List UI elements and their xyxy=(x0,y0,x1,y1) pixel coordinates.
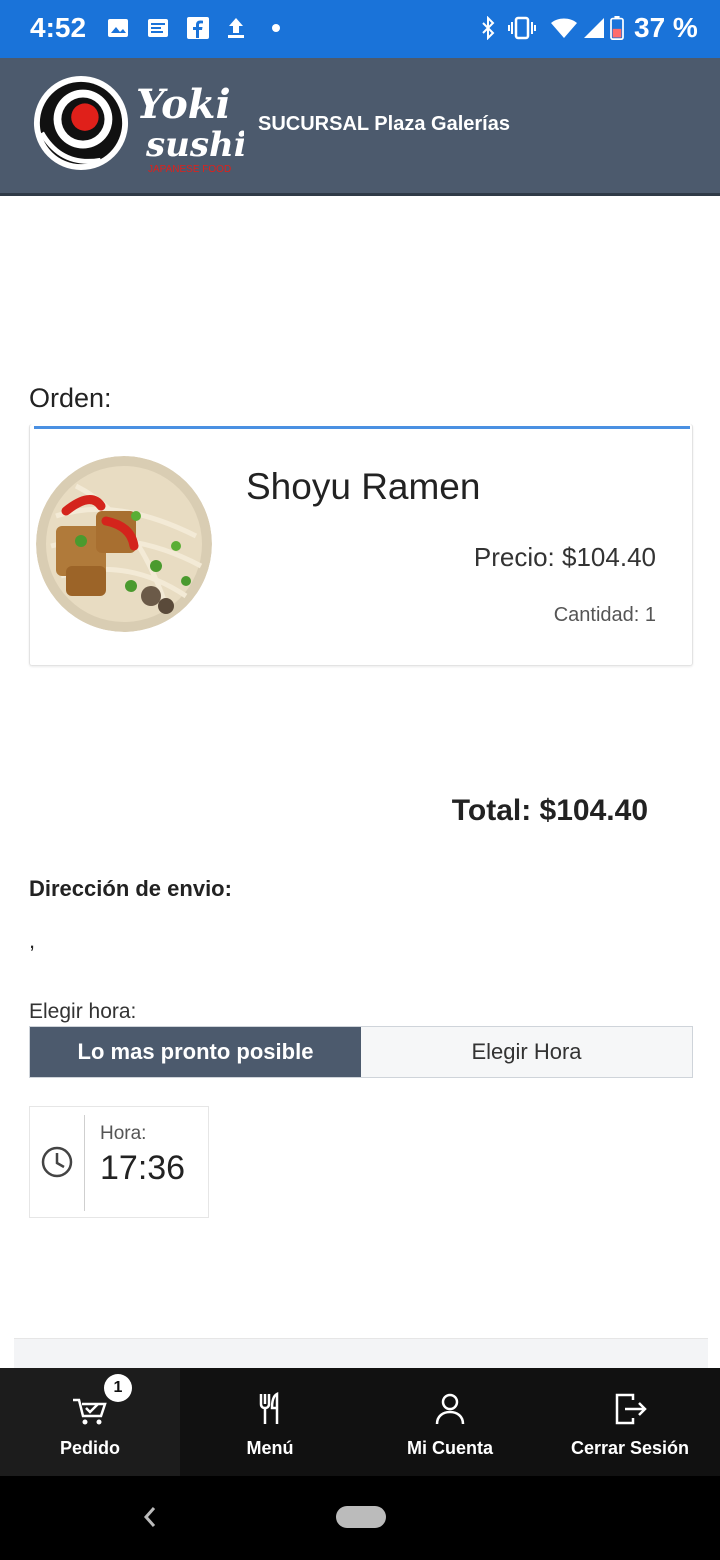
image-notification-icon xyxy=(108,19,128,37)
time-value: 17:36 xyxy=(100,1149,186,1187)
facebook-notification-icon xyxy=(187,17,209,39)
shipping-address-value: , xyxy=(29,928,36,953)
vibrate-icon xyxy=(508,16,536,40)
tab-pedido[interactable]: 1 Pedido xyxy=(0,1368,180,1476)
svg-text:Yoki: Yoki xyxy=(136,81,231,128)
time-caption: Hora: xyxy=(100,1123,147,1144)
status-time: 4:52 xyxy=(30,12,87,43)
order-total: Total: $104.40 xyxy=(451,794,648,827)
time-option-selector: Lo mas pronto posible Elegir Hora xyxy=(29,1026,693,1078)
order-label: Orden: xyxy=(29,383,112,413)
asap-option-button[interactable]: Lo mas pronto posible xyxy=(30,1027,361,1077)
wifi-icon xyxy=(551,18,577,38)
item-name: Shoyu Ramen xyxy=(246,466,481,507)
svg-text:sushi: sushi xyxy=(145,125,244,165)
tab-label: Pedido xyxy=(59,1438,120,1458)
item-quantity: Cantidad: 1 xyxy=(553,604,656,626)
bottom-tab-bar: 1 Pedido Menú Mi Cuenta Cerrar Sesión xyxy=(0,1368,720,1476)
item-price: Precio: $104.40 xyxy=(473,542,656,572)
signal-icon xyxy=(584,18,604,38)
battery-percent: 37 % xyxy=(634,12,698,43)
battery-icon xyxy=(610,16,624,40)
app-header: Yoki sushi JAPANESE FOOD SUCURSAL Plaza … xyxy=(0,58,720,196)
logout-icon xyxy=(615,1393,647,1425)
back-icon[interactable] xyxy=(140,1502,160,1532)
news-notification-icon xyxy=(148,19,168,37)
brand-wordmark: Yoki sushi JAPANESE FOOD xyxy=(136,81,244,175)
tab-label: Cerrar Sesión xyxy=(570,1438,690,1458)
tab-label: Menú xyxy=(246,1438,294,1458)
upload-notification-icon xyxy=(228,18,244,38)
svg-text:JAPANESE FOOD: JAPANESE FOOD xyxy=(148,164,231,175)
shoyu-ramen-image xyxy=(36,456,212,632)
more-notifications-icon xyxy=(272,24,280,32)
home-button[interactable] xyxy=(336,1506,386,1528)
tab-cerrar-sesion[interactable]: Cerrar Sesión xyxy=(540,1368,720,1476)
order-item-card[interactable]: Shoyu Ramen Precio: $104.40 Cantidad: 1 xyxy=(29,424,693,666)
system-nav-bar xyxy=(0,1476,720,1560)
cart-icon xyxy=(73,1398,107,1425)
user-icon xyxy=(435,1393,465,1425)
tab-mi-cuenta[interactable]: Mi Cuenta xyxy=(360,1368,540,1476)
status-bar: 4:52 37 % xyxy=(0,0,720,58)
cart-count-badge: 1 xyxy=(104,1374,132,1402)
branch-name: SUCURSAL Plaza Galerías xyxy=(258,113,510,135)
choose-time-label: Elegir hora: xyxy=(29,1000,137,1023)
bluetooth-icon xyxy=(482,16,495,40)
choose-time-option-button[interactable]: Elegir Hora xyxy=(361,1027,692,1077)
tab-menu[interactable]: Menú xyxy=(180,1368,360,1476)
tab-label: Mi Cuenta xyxy=(406,1438,493,1458)
shipping-address-label: Dirección de envio: xyxy=(29,876,232,901)
bottom-panel-edge xyxy=(14,1338,708,1368)
time-display[interactable]: Hora: 17:36 xyxy=(29,1106,209,1218)
card-accent-line xyxy=(34,426,690,429)
utensils-icon xyxy=(259,1391,279,1424)
clock-icon xyxy=(41,1146,73,1178)
yoki-sushi-logo xyxy=(33,75,129,171)
time-divider xyxy=(84,1115,85,1211)
